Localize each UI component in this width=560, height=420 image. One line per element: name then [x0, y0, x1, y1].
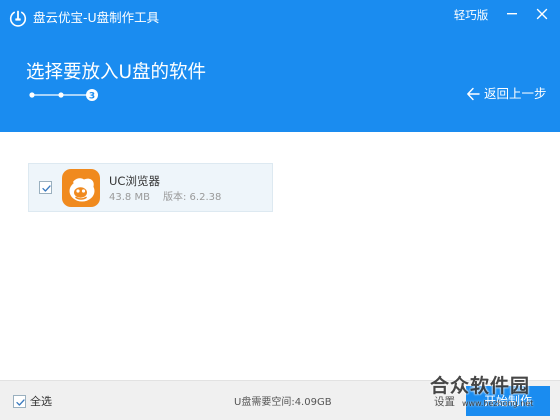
settings-link[interactable]: 设置	[434, 396, 455, 409]
select-all-box[interactable]	[13, 395, 26, 408]
back-arrow-icon	[467, 87, 480, 101]
footer-bar: 全选 U盘需要空间:4.09GB 设置 开始制作	[0, 380, 560, 420]
edition-switch[interactable]: 轻巧版	[451, 7, 491, 25]
software-version: 版本: 6.2.38	[163, 192, 222, 203]
minimize-icon	[507, 13, 517, 15]
usb-stick-icon	[9, 10, 27, 27]
checkmark-icon	[16, 399, 25, 406]
select-all-label: 全选	[30, 395, 52, 408]
uc-browser-icon	[62, 169, 100, 207]
software-name: UC浏览器	[109, 174, 160, 188]
minimize-button[interactable]	[500, 4, 524, 24]
software-card-uc-browser[interactable]: UC浏览器 43.8 MB 版本: 6.2.38	[28, 163, 273, 212]
close-button[interactable]	[530, 4, 554, 24]
step-2-dot	[58, 92, 64, 98]
app-title: 盘云优宝-U盘制作工具	[33, 10, 160, 25]
title-banner: 盘云优宝-U盘制作工具 轻巧版 选择要放入U盘的软件 3 返回上一步	[0, 0, 560, 132]
step-progress-indicator: 3	[29, 89, 98, 102]
close-icon	[536, 8, 548, 20]
start-make-button[interactable]: 开始制作	[466, 386, 550, 416]
checkmark-icon	[42, 185, 51, 192]
step-1-dot	[29, 92, 35, 98]
software-checkbox[interactable]	[39, 181, 52, 194]
space-needed-text: U盘需要空间:4.09GB	[234, 397, 332, 408]
back-label: 返回上一步	[484, 86, 547, 101]
page-title: 选择要放入U盘的软件	[26, 62, 207, 83]
software-size: 43.8 MB	[109, 192, 150, 203]
step-3-label: 3	[89, 92, 95, 102]
